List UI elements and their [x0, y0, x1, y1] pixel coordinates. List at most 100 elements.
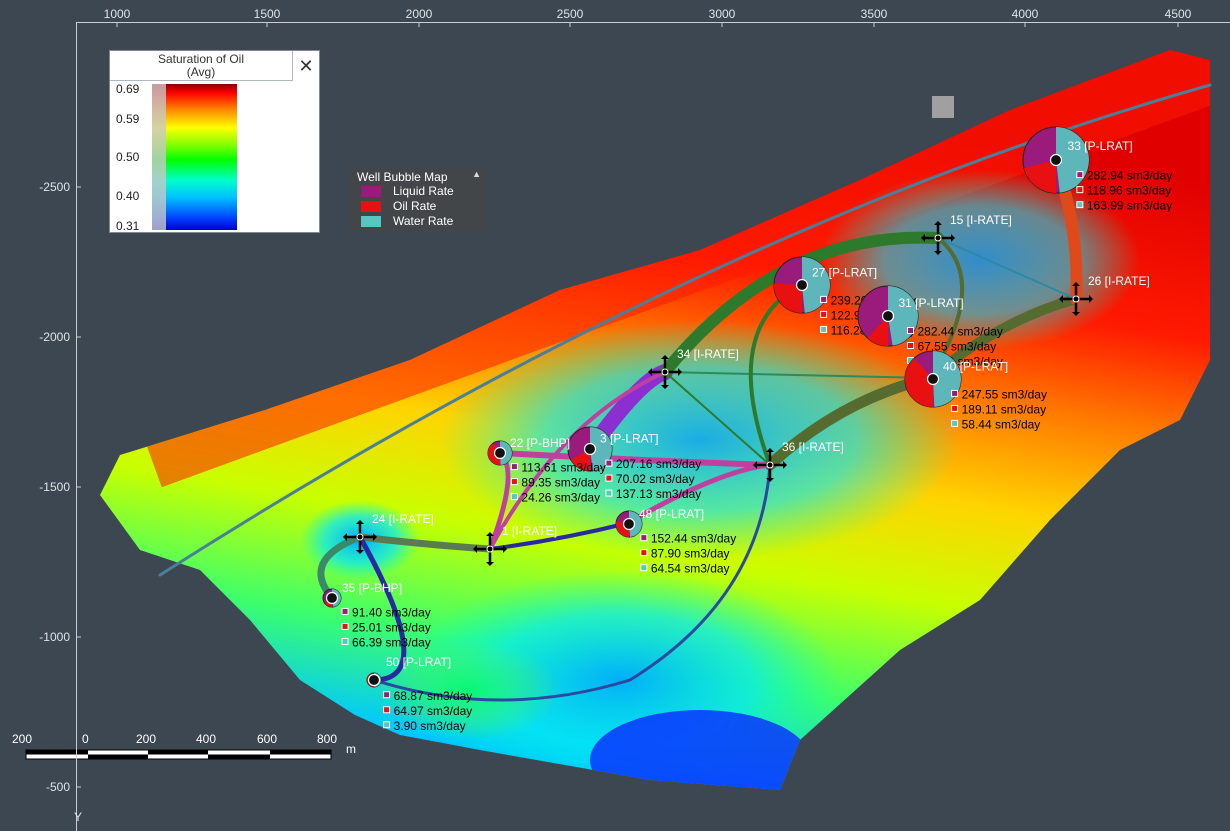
- legend-label: Water Rate: [393, 214, 454, 228]
- x-tick-label: 4000: [1012, 7, 1039, 21]
- legend-label: Oil Rate: [393, 199, 437, 213]
- legend-item-water-rate: Water Rate: [349, 214, 485, 229]
- well-label: 50 [P-LRAT]: [386, 655, 451, 669]
- rate-marker: [341, 607, 349, 615]
- swatch-oil: [361, 201, 381, 212]
- rate-label: 3.90 sm3/day: [394, 719, 466, 733]
- rate-marker: [510, 463, 518, 471]
- histogram-overlay: [152, 84, 166, 230]
- well-label: 1 [I-RATE]: [502, 524, 557, 538]
- well-head-icon: [356, 533, 364, 541]
- scale-tick: 800: [317, 732, 338, 746]
- x-tick-label: 2000: [406, 7, 433, 21]
- rate-marker: [605, 459, 613, 467]
- well-label: 40 [P-LRAT]: [943, 360, 1008, 374]
- collapse-arrow-icon[interactable]: ▲: [472, 169, 481, 179]
- rate-label: 66.39 sm3/day: [352, 635, 431, 649]
- rate-label: 58.44 sm3/day: [962, 417, 1041, 431]
- grid-cell-marker: [932, 96, 954, 118]
- rate-marker: [341, 622, 349, 630]
- well-label: 35 [P-BHP]: [342, 581, 402, 595]
- x-tick-label: 1000: [104, 7, 131, 21]
- well-label: 26 [I-RATE]: [1088, 274, 1150, 288]
- y-tick-label: -500: [46, 780, 70, 794]
- rate-marker: [1076, 201, 1084, 209]
- well-label: 31 [P-LRAT]: [899, 296, 964, 310]
- rate-label: 163.99 sm3/day: [1087, 199, 1172, 213]
- rate-marker: [383, 691, 391, 699]
- rate-marker: [640, 564, 648, 572]
- saturation-legend-title: Saturation of Oil (Avg): [110, 51, 292, 81]
- well-head-icon: [367, 673, 381, 687]
- scale-tick: 600: [257, 732, 278, 746]
- well-head-icon: [1072, 295, 1080, 303]
- legend-tick: 0.59: [116, 112, 140, 126]
- x-tick-label: 2500: [557, 7, 584, 21]
- y-axis: -2500 -2000 -1500 -1000 -500: [39, 180, 81, 794]
- well-label: 15 [I-RATE]: [950, 213, 1012, 227]
- swatch-liquid: [361, 186, 381, 197]
- legend-title-line2: (Avg): [186, 65, 216, 79]
- rate-label: 282.44 sm3/day: [918, 325, 1003, 339]
- well-label: 33 [P-LRAT]: [1068, 139, 1133, 153]
- legend-tick: 0.40: [116, 189, 140, 203]
- rate-marker: [951, 389, 959, 397]
- rate-label: 25.01 sm3/day: [352, 620, 431, 634]
- x-tick-label: 4500: [1165, 7, 1192, 21]
- rate-marker: [820, 325, 828, 333]
- legend-tick: 0.31: [116, 219, 140, 233]
- rate-marker: [605, 489, 613, 497]
- well-label: 48 [P-LRAT]: [639, 507, 704, 521]
- rate-marker: [383, 721, 391, 729]
- rate-marker: [951, 404, 959, 412]
- rate-marker: [605, 474, 613, 482]
- well-label: 34 [I-RATE]: [677, 347, 739, 361]
- x-tick-label: 1500: [254, 7, 281, 21]
- rate-label: 189.11 sm3/day: [962, 402, 1047, 416]
- rate-label: 68.87 sm3/day: [394, 689, 473, 703]
- scale-tick: 0: [82, 732, 89, 746]
- rate-label: 282.94 sm3/day: [1087, 169, 1172, 183]
- rate-label: 89.35 sm3/day: [521, 476, 600, 490]
- well-label: 22 [P-BHP]: [510, 436, 570, 450]
- bubble-map-legend[interactable]: Well Bubble Map ▲ Liquid Rate Oil Rate W…: [349, 168, 485, 231]
- saturation-legend[interactable]: Saturation of Oil (Avg) ✕ 0.69 0.59 0.50…: [109, 50, 320, 233]
- legend-tick: 0.69: [116, 82, 140, 96]
- rate-marker: [1076, 186, 1084, 194]
- y-tick-label: -1500: [39, 480, 70, 494]
- rate-marker: [510, 478, 518, 486]
- rate-label: 113.61 sm3/day: [521, 461, 606, 475]
- rate-marker: [820, 295, 828, 303]
- rate-marker: [640, 549, 648, 557]
- rate-marker: [341, 637, 349, 645]
- well-head-icon: [926, 372, 940, 386]
- close-icon[interactable]: ✕: [292, 51, 319, 81]
- rate-label: 152.44 sm3/day: [651, 532, 736, 546]
- rate-label: 137.13 sm3/day: [616, 487, 701, 501]
- rate-label: 24.26 sm3/day: [521, 491, 600, 505]
- well-head-icon: [881, 309, 895, 323]
- rate-label: 247.55 sm3/day: [962, 387, 1047, 401]
- well-head-icon: [325, 591, 339, 605]
- x-tick-label: 3000: [709, 7, 736, 21]
- well-head-icon: [493, 446, 507, 460]
- x-tick-label: 3500: [861, 7, 888, 21]
- y-tick-label: -2500: [39, 180, 70, 194]
- well-head-icon: [583, 442, 597, 456]
- well-label: 24 [I-RATE]: [372, 512, 434, 526]
- rate-marker: [907, 342, 914, 349]
- rate-label: 70.02 sm3/day: [616, 472, 695, 486]
- well-label: 36 [I-RATE]: [782, 440, 844, 454]
- well-head-icon: [622, 517, 636, 531]
- rate-marker: [951, 419, 959, 427]
- scale-tick: 200: [136, 732, 157, 746]
- well-head-icon: [1049, 153, 1063, 167]
- rate-label: 207.16 sm3/day: [616, 457, 701, 471]
- legend-item-oil-rate: Oil Rate: [349, 199, 485, 214]
- y-axis-label: Y: [74, 810, 83, 824]
- rate-marker: [820, 310, 828, 318]
- well-head-icon: [766, 461, 774, 469]
- rate-marker: [907, 327, 914, 334]
- scale-unit: m: [346, 742, 356, 756]
- well-head-icon: [795, 278, 809, 292]
